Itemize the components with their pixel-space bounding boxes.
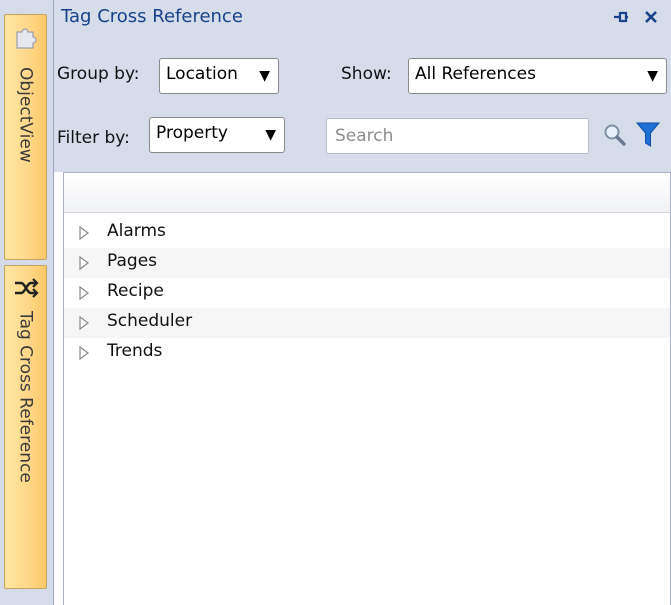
tree-item-label: Pages bbox=[107, 251, 158, 271]
pin-icon bbox=[614, 11, 628, 23]
show-label: Show: bbox=[341, 64, 392, 84]
cross-reference-tree: Alarms Pages Recipe Scheduler Trends bbox=[63, 172, 671, 605]
dock-tab-objectview[interactable]: ObjectView bbox=[4, 14, 47, 260]
dock-tab-label: ObjectView bbox=[15, 67, 36, 163]
filter-by-value: Property bbox=[156, 123, 228, 143]
filter-icon bbox=[635, 122, 661, 147]
panel-titlebar: Tag Cross Reference bbox=[54, 0, 671, 42]
expand-arrow-icon[interactable] bbox=[78, 225, 90, 241]
pin-button[interactable] bbox=[608, 5, 632, 29]
chevron-down-icon: ▼ bbox=[265, 127, 276, 143]
dock-tab-tag-cross-reference[interactable]: Tag Cross Reference bbox=[4, 265, 47, 589]
tree-list: Alarms Pages Recipe Scheduler Trends bbox=[64, 218, 670, 368]
show-value: All References bbox=[415, 64, 536, 84]
expand-arrow-icon[interactable] bbox=[78, 255, 90, 271]
shuffle-icon bbox=[15, 278, 39, 298]
tree-item-label: Trends bbox=[107, 341, 163, 361]
filter-button[interactable] bbox=[634, 120, 662, 150]
close-icon bbox=[645, 11, 657, 23]
show-dropdown[interactable]: All References ▼ bbox=[408, 58, 667, 94]
tree-item-label: Scheduler bbox=[107, 311, 193, 331]
dock-tab-label: Tag Cross Reference bbox=[15, 311, 36, 483]
close-button[interactable] bbox=[639, 5, 663, 29]
group-show-row: Group by: Location ▼ Show: All Reference… bbox=[54, 42, 671, 106]
group-by-dropdown[interactable]: Location ▼ bbox=[159, 58, 279, 94]
search-input[interactable] bbox=[326, 118, 589, 154]
expand-arrow-icon[interactable] bbox=[78, 285, 90, 301]
tree-item[interactable]: Scheduler bbox=[64, 308, 670, 338]
tree-item[interactable]: Pages bbox=[64, 248, 670, 278]
chevron-down-icon: ▼ bbox=[259, 68, 270, 84]
tree-item-label: Recipe bbox=[107, 281, 164, 301]
tree-item[interactable]: Recipe bbox=[64, 278, 670, 308]
tree-item[interactable]: Alarms bbox=[64, 218, 670, 248]
tree-item[interactable]: Trends bbox=[64, 338, 670, 368]
tag-cross-reference-panel: Tag Cross Reference Group by: Location ▼… bbox=[53, 0, 671, 605]
puzzle-icon bbox=[16, 28, 37, 49]
filter-by-dropdown[interactable]: Property ▼ bbox=[149, 117, 285, 153]
chevron-down-icon: ▼ bbox=[647, 68, 658, 84]
search-icon bbox=[604, 124, 626, 146]
group-by-label: Group by: bbox=[57, 64, 140, 84]
dock-strip: ObjectView Tag Cross Reference bbox=[0, 0, 49, 605]
panel-title: Tag Cross Reference bbox=[61, 6, 243, 27]
tree-header bbox=[64, 173, 670, 213]
filter-by-label: Filter by: bbox=[57, 128, 130, 148]
group-by-value: Location bbox=[166, 64, 238, 84]
search-button[interactable] bbox=[602, 122, 628, 148]
expand-arrow-icon[interactable] bbox=[78, 315, 90, 331]
expand-arrow-icon[interactable] bbox=[78, 345, 90, 361]
tree-item-label: Alarms bbox=[107, 221, 166, 241]
filter-search-row: Filter by: Property ▼ bbox=[54, 106, 671, 172]
